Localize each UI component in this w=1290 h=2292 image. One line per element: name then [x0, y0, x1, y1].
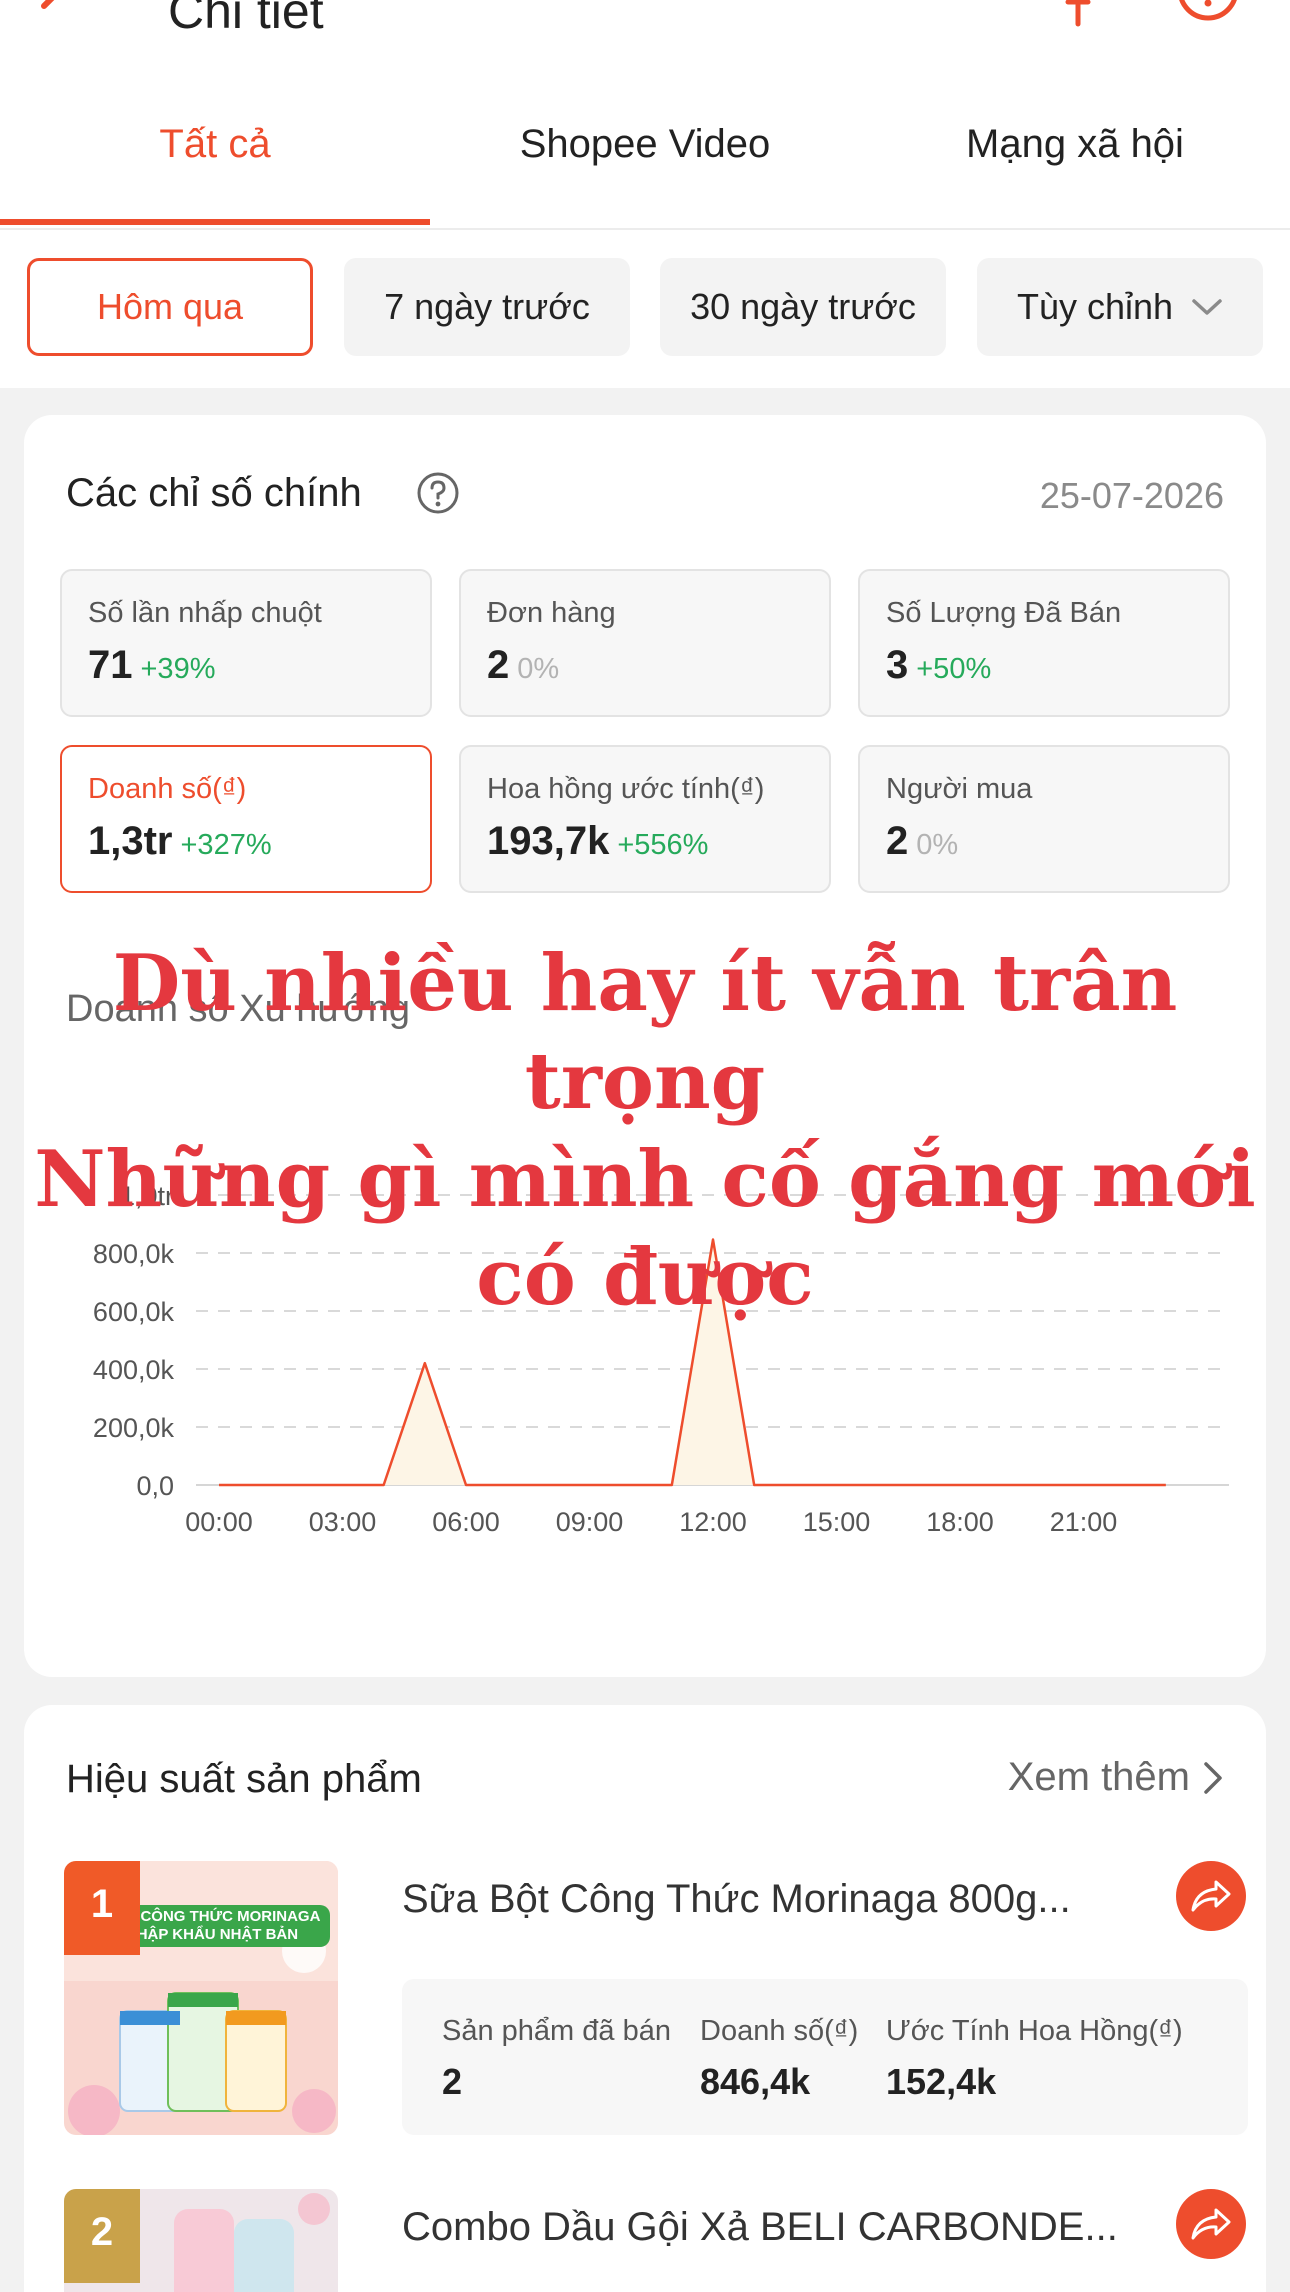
product-performance-title: Hiệu suất sản phẩm — [66, 1757, 422, 1801]
x-tick-label: 21:00 — [1050, 1507, 1118, 1537]
metric-items-sold[interactable]: Số Lượng Đã Bán 3 +50% — [858, 569, 1230, 717]
top-bar: Chi tiết Tất cả Shopee Video Mạng xã hội — [0, 0, 1290, 230]
product-performance-card: Hiệu suất sản phẩm Xem thêm SỮA CÔNG THỨ… — [24, 1705, 1266, 2292]
page-title: Chi tiết — [168, 0, 324, 39]
metric-clicks[interactable]: Số lần nhấp chuột 71 +39% — [60, 569, 432, 717]
product-name: Sữa Bột Công Thức Morinaga 800g... — [402, 1877, 1071, 1921]
metric-revenue[interactable]: Doanh số(₫) 1,3tr +327% — [60, 745, 432, 893]
stat-sold: 2 — [442, 2061, 463, 2102]
metric-change: +39% — [140, 653, 216, 685]
x-tick-label: 03:00 — [309, 1507, 377, 1537]
y-tick-label: 200,0k — [93, 1413, 175, 1443]
metric-change: 0% — [517, 653, 560, 685]
back-arrow-icon[interactable] — [30, 0, 90, 30]
chevron-down-icon — [1192, 299, 1222, 315]
x-tick-label: 18:00 — [926, 1507, 994, 1537]
metric-value: 1,3tr — [88, 819, 173, 863]
product-stats: Sản phẩm đã bán Doanh số(₫) Ước Tính Hoa… — [402, 1979, 1248, 2135]
filter-7-days[interactable]: 7 ngày trước — [344, 258, 630, 356]
share-icon — [1191, 1880, 1231, 1912]
metric-value: 2 — [487, 643, 510, 687]
stat-header-revenue: Doanh số(₫) — [700, 2015, 859, 2047]
stat-revenue: 846,4k — [700, 2061, 811, 2102]
metric-change: +50% — [916, 653, 992, 685]
y-tick-label: 400,0k — [93, 1355, 175, 1385]
product-item-1[interactable]: SỮA CÔNG THỨC MORINAGA NHẬP KHẨU NHẬT BẢ… — [64, 1861, 1248, 2141]
product-image: SỮA CÔNG THỨC MORINAGA NHẬP KHẨU NHẬT BẢ… — [64, 1861, 338, 2135]
metric-value: 71 — [88, 643, 133, 687]
tab-shopee-video[interactable]: Shopee Video — [430, 122, 860, 167]
report-date: 25-07-2026 — [1039, 475, 1224, 516]
key-metrics-card: Các chỉ số chính 25-07-2026 Số lần nhấp … — [24, 415, 1266, 1677]
chevron-right-icon — [1204, 1761, 1222, 1794]
help-icon[interactable] — [416, 471, 460, 515]
product-name: Combo Dầu Gội Xả BELI CARBONDE... — [402, 2205, 1118, 2249]
stat-commission: 152,4k — [886, 2061, 997, 2102]
key-metrics-title: Các chỉ số chính — [66, 471, 362, 515]
y-tick-label: 600,0k — [93, 1297, 175, 1327]
rank-badge: 1 — [64, 1861, 140, 1955]
metric-change: +556% — [617, 829, 709, 861]
active-tab-indicator — [0, 219, 430, 225]
x-tick-label: 09:00 — [556, 1507, 624, 1537]
date-filter-bar: Hôm qua 7 ngày trước 30 ngày trước Tùy c… — [0, 230, 1290, 388]
tab-social[interactable]: Mạng xã hội — [860, 122, 1290, 167]
product-image: 2 — [64, 2189, 338, 2292]
x-tick-label: 06:00 — [432, 1507, 500, 1537]
share-icon — [1191, 2208, 1231, 2240]
revenue-trend-chart[interactable]: 0,0 200,0k 400,0k 600,0k 800,0k 1,0tr 00:00 03:… — [24, 1075, 1266, 1675]
y-tick-label: 0,0 — [136, 1471, 174, 1501]
metric-value: 3 — [886, 643, 909, 687]
share-button[interactable] — [1176, 2189, 1246, 2259]
y-tick-label: 800,0k — [93, 1239, 175, 1269]
filter-custom[interactable]: Tùy chỉnh — [977, 258, 1263, 356]
x-tick-label: 15:00 — [803, 1507, 871, 1537]
chart-title: Doanh số Xu hướng — [66, 988, 411, 1030]
x-tick-label: 12:00 — [679, 1507, 747, 1537]
metric-change: +327% — [180, 829, 272, 861]
share-button[interactable] — [1176, 1861, 1246, 1931]
filter-icon[interactable] — [1060, 0, 1100, 30]
tab-all[interactable]: Tất cả — [0, 122, 430, 167]
rank-badge: 2 — [64, 2189, 140, 2283]
metric-value: 193,7k — [487, 819, 610, 863]
tab-bar: Tất cả Shopee Video Mạng xã hội — [0, 100, 1290, 230]
metric-change: 0% — [916, 829, 959, 861]
info-icon[interactable] — [1170, 0, 1240, 30]
see-more-link[interactable]: Xem thêm — [1008, 1755, 1224, 1800]
stat-header-commission: Ước Tính Hoa Hồng(₫) — [886, 2015, 1183, 2047]
x-tick-label: 00:00 — [185, 1507, 253, 1537]
y-tick-label: 1,0tr — [120, 1181, 174, 1211]
metric-value: 2 — [886, 819, 909, 863]
filter-30-days[interactable]: 30 ngày trước — [660, 258, 946, 356]
metric-buyers[interactable]: Người mua 2 0% — [858, 745, 1230, 893]
metric-orders[interactable]: Đơn hàng 2 0% — [459, 569, 831, 717]
filter-yesterday[interactable]: Hôm qua — [27, 258, 313, 356]
product-item-2[interactable]: 2 Combo Dầu Gội Xả BELI CARBONDE... — [64, 2189, 1246, 2292]
metric-est-commission[interactable]: Hoa hồng ước tính(₫) 193,7k +556% — [459, 745, 831, 893]
stat-header-sold: Sản phẩm đã bán — [442, 2015, 671, 2047]
